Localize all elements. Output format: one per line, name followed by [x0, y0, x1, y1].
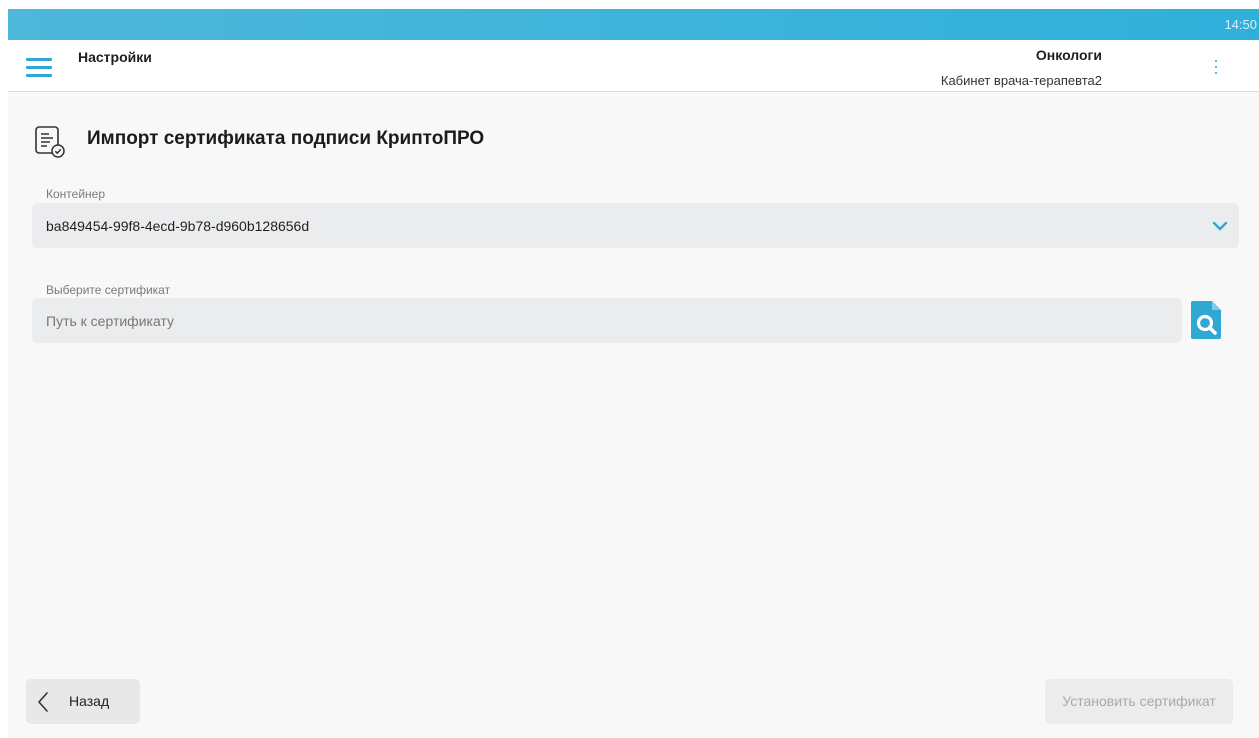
chevron-left-icon — [38, 692, 48, 712]
app-window: Настройки Онкологи Кабинет врача-терапев… — [8, 40, 1259, 738]
certificate-document-icon — [35, 126, 65, 158]
install-certificate-button-label: Установить сертификат — [1062, 693, 1216, 709]
section-title: Импорт сертификата подписи КриптоПРО — [87, 128, 485, 149]
top-app-bar: Настройки Онкологи Кабинет врача-терапев… — [8, 40, 1259, 92]
chevron-down-icon — [1212, 221, 1228, 231]
page-title: Настройки — [78, 49, 152, 65]
back-button-label: Назад — [69, 693, 110, 709]
container-select[interactable]: ba849454-99f8-4ecd-9b78-d960b128656d — [32, 203, 1239, 248]
more-vertical-icon[interactable] — [1213, 60, 1219, 76]
certificate-path-field[interactable] — [32, 298, 1182, 343]
hamburger-menu-icon[interactable] — [26, 58, 52, 78]
status-bar: 14:50 — [8, 9, 1259, 40]
container-select-value: ba849454-99f8-4ecd-9b78-d960b128656d — [46, 218, 310, 234]
back-button[interactable]: Назад — [26, 679, 140, 724]
certificate-path-input[interactable] — [32, 298, 1182, 343]
organization-name: Онкологи — [1035, 47, 1102, 63]
certificate-field-label: Выберите сертификат — [46, 283, 171, 297]
container-field-label: Контейнер — [46, 187, 106, 201]
status-time: 14:50 — [1224, 17, 1257, 32]
app-screen: 14:50 Настройки Онкологи Кабинет врача-т… — [0, 0, 1259, 738]
organization-subtitle: Кабинет врача-терапевта2 — [940, 73, 1102, 88]
install-certificate-button[interactable]: Установить сертификат — [1045, 679, 1233, 724]
file-search-icon[interactable] — [1189, 299, 1223, 341]
